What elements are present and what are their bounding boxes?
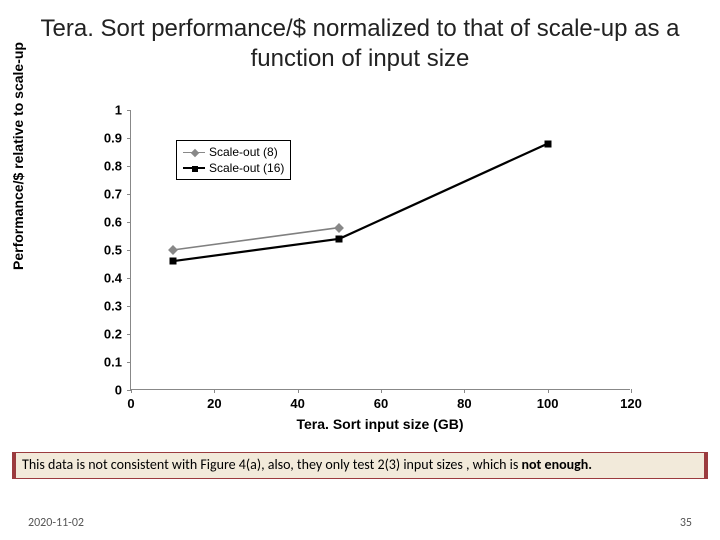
plot-area: Scale-out (8) Scale-out (16) 00.10.20.30… (130, 110, 630, 390)
chart: Performance/$ relative to scale-up Tera.… (50, 100, 670, 440)
y-tick-label: 0.2 (82, 327, 122, 342)
y-tick-label: 0.5 (82, 243, 122, 258)
legend-label: Scale-out (8) (209, 145, 278, 159)
diamond-icon (183, 152, 205, 153)
note-text: This data is not consistent with Figure … (22, 456, 522, 473)
square-icon (336, 235, 343, 242)
note-bold: not enough. (522, 456, 593, 473)
x-tick-label: 0 (127, 396, 134, 411)
y-tick-label: 0.8 (82, 159, 122, 174)
diamond-icon (334, 223, 344, 233)
y-tick-label: 0 (82, 383, 122, 398)
critique-text: This data is not consistent with Figure … (16, 453, 704, 478)
legend-label: Scale-out (16) (209, 161, 284, 175)
square-icon (183, 167, 205, 169)
x-tick-label: 40 (290, 396, 304, 411)
slide-root: Tera. Sort performance/$ normalized to t… (0, 0, 720, 540)
footer-date: 2020-11-02 (28, 516, 84, 530)
y-tick-label: 0.4 (82, 271, 122, 286)
x-tick-label: 120 (620, 396, 642, 411)
slide-title: Tera. Sort performance/$ normalized to t… (0, 0, 720, 80)
x-axis-label: Tera. Sort input size (GB) (130, 416, 630, 432)
y-tick-label: 0.7 (82, 187, 122, 202)
square-icon (169, 258, 176, 265)
square-icon (544, 140, 551, 147)
y-tick-label: 1 (82, 103, 122, 118)
x-tick-label: 60 (374, 396, 388, 411)
footer: 2020-11-02 35 (28, 516, 692, 530)
legend-row: Scale-out (8) (183, 144, 284, 160)
legend: Scale-out (8) Scale-out (16) (176, 140, 291, 180)
y-tick-label: 0.3 (82, 299, 122, 314)
y-tick-label: 0.6 (82, 215, 122, 230)
x-tick-label: 100 (537, 396, 559, 411)
footer-page: 35 (680, 516, 692, 530)
x-tick-label: 20 (207, 396, 221, 411)
diamond-icon (168, 245, 178, 255)
critique-box: This data is not consistent with Figure … (12, 452, 708, 479)
y-tick-label: 0.1 (82, 355, 122, 370)
y-tick-label: 0.9 (82, 131, 122, 146)
legend-row: Scale-out (16) (183, 160, 284, 176)
x-tick-label: 80 (457, 396, 471, 411)
